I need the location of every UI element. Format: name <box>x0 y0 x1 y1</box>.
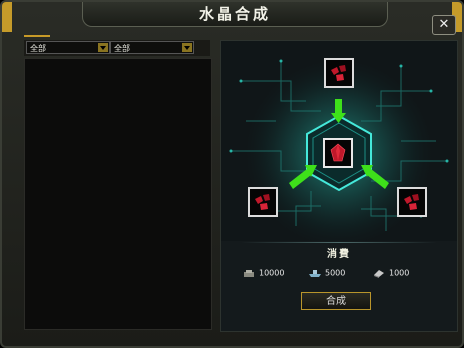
accent-line <box>24 35 50 37</box>
cost-steel-value: 1000 <box>389 268 410 278</box>
input-crystal-slot-top[interactable] <box>324 58 354 88</box>
ship-icon <box>309 270 321 277</box>
cost-ship-value: 5000 <box>325 268 346 278</box>
crystal-shards-icon <box>255 194 270 210</box>
crystal-shards-icon <box>331 65 346 81</box>
window-title: 水晶合成 <box>198 5 271 23</box>
cost-title: 消費 <box>327 249 351 260</box>
title-bar: 水晶合成 <box>82 2 388 27</box>
cost-steel: 1000 <box>373 268 409 278</box>
crystal-shards-icon <box>404 194 419 210</box>
close-button[interactable]: ✕ <box>432 15 456 35</box>
cost-ship: 5000 <box>309 268 345 278</box>
filter-dropdown-2[interactable]: 全部 <box>110 41 194 54</box>
chevron-down-icon <box>182 43 192 52</box>
cost-divider <box>241 242 437 243</box>
corner-decoration <box>2 2 12 32</box>
filter-2-value: 全部 <box>114 44 130 53</box>
steel-icon <box>374 270 384 278</box>
cost-gold-value: 10000 <box>259 268 285 278</box>
input-crystal-slot-right[interactable] <box>397 187 427 217</box>
synthesis-panel: 消費 10000 5000 1000 合成 <box>220 40 458 332</box>
result-crystal-slot[interactable] <box>323 138 353 168</box>
filter-1-value: 全部 <box>30 44 46 53</box>
crystal-icon <box>330 143 346 162</box>
cost-gold: 10000 <box>243 268 284 278</box>
filter-dropdown-1[interactable]: 全部 <box>26 41 110 54</box>
crystal-list-panel[interactable] <box>24 58 212 330</box>
synthesize-button[interactable]: 合成 <box>301 292 371 310</box>
crystal-synthesis-window: 水晶合成 ✕ 全部 全部 消費 10000 5000 1000 合成 <box>0 0 464 348</box>
chevron-down-icon <box>98 43 108 52</box>
input-crystal-slot-left[interactable] <box>248 187 278 217</box>
gold-icon <box>244 270 254 277</box>
